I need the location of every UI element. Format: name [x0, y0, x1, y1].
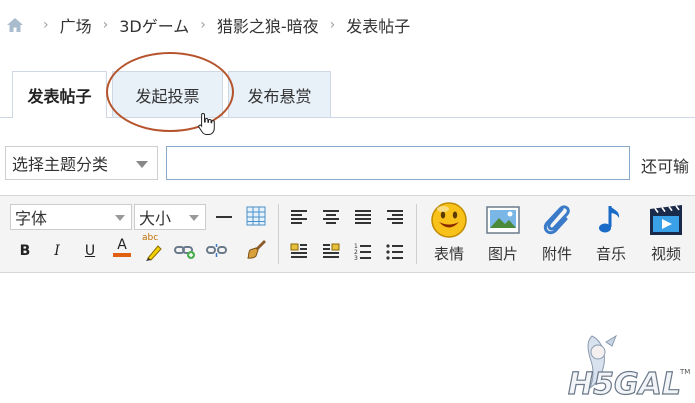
breadcrumb-item-current: 发表帖子	[346, 17, 411, 36]
topic-category-select[interactable]: 选择主题分类	[5, 146, 158, 180]
align-center-button[interactable]	[320, 206, 342, 228]
tab-new-post[interactable]: 发表帖子	[12, 71, 107, 118]
image-label: 图片	[487, 245, 518, 263]
breadcrumb-item-plaza[interactable]: 广场	[60, 13, 92, 37]
highlight-button[interactable]: abc	[142, 233, 168, 262]
watermark-tm: TM	[679, 368, 690, 376]
brush-icon	[247, 240, 266, 259]
float-right-button[interactable]	[320, 240, 342, 262]
ordered-list-button[interactable]: 1 2 3	[352, 240, 374, 262]
chevron-down-icon	[136, 161, 148, 168]
unordered-list-button[interactable]	[384, 240, 406, 262]
bold-button[interactable]: B	[14, 240, 36, 262]
music-label: 音乐	[595, 245, 626, 263]
home-icon[interactable]	[6, 16, 24, 34]
topic-category-value: 选择主题分类	[12, 155, 109, 174]
italic-button[interactable]: I	[46, 240, 68, 262]
ordered-list-icon: 1 2 3	[354, 243, 371, 260]
attachment-label: 附件	[541, 245, 572, 263]
horizontal-rule-icon	[216, 216, 232, 218]
underline-button[interactable]: U	[79, 240, 101, 262]
float-left-icon	[290, 243, 307, 258]
video-icon	[650, 205, 682, 235]
tab-new-poll[interactable]: 发起投票	[112, 71, 223, 117]
video-button[interactable]: 视频	[640, 201, 692, 269]
chevron-down-icon	[189, 215, 199, 221]
breadcrumb-item-game[interactable]: 猎影之狼-暗夜	[217, 13, 319, 37]
hand-cursor-icon	[198, 112, 215, 135]
breadcrumb-separator: ›	[200, 17, 206, 33]
breadcrumb-separator: ›	[329, 17, 336, 33]
align-right-icon	[387, 210, 403, 224]
font-family-select[interactable]: 字体	[10, 204, 132, 230]
align-right-button[interactable]	[384, 206, 406, 228]
chevron-down-icon	[115, 215, 125, 221]
h5gal-watermark-logo: H5GAL TM	[567, 334, 690, 403]
breadcrumb-item-3d-games[interactable]: 3Dゲーム	[119, 13, 189, 37]
attachment-button[interactable]: 附件	[531, 201, 583, 269]
unlink-button[interactable]	[206, 240, 228, 262]
font-family-value: 字体	[15, 209, 48, 228]
paperclip-icon	[543, 205, 570, 235]
image-icon	[486, 206, 520, 234]
breadcrumb-separator: ›	[102, 17, 109, 33]
link-icon	[174, 246, 195, 259]
image-button[interactable]: 图片	[477, 201, 529, 269]
breadcrumb: › 广场 › 3Dゲーム › 猎影之狼-暗夜 › 发表帖子	[0, 0, 695, 50]
font-color-label: A	[117, 237, 127, 253]
tab-label: 发起投票	[135, 86, 200, 106]
remaining-chars-text: 还可输	[641, 157, 690, 176]
smiley-icon	[431, 202, 467, 238]
tab-label: 发布悬赏	[247, 86, 312, 106]
align-left-button[interactable]	[288, 206, 310, 228]
align-justify-icon	[355, 210, 371, 224]
post-title-input[interactable]	[166, 146, 630, 180]
font-color-swatch	[113, 253, 131, 257]
unlink-icon	[206, 244, 227, 257]
toolbar-separator	[278, 204, 279, 264]
music-button[interactable]: 音乐	[585, 201, 637, 269]
horizontal-rule-button[interactable]	[213, 206, 235, 228]
post-type-tabs: 发表帖子 发起投票 发布悬赏	[0, 67, 695, 118]
music-note-icon	[599, 206, 620, 233]
float-right-icon	[323, 243, 340, 258]
video-label: 视频	[650, 245, 681, 263]
emoji-label: 表情	[433, 245, 464, 263]
clear-format-button[interactable]	[246, 238, 268, 260]
toolbar-separator	[416, 204, 417, 264]
table-icon	[246, 206, 266, 226]
tab-new-reward[interactable]: 发布悬赏	[228, 71, 331, 117]
font-color-button[interactable]: A	[111, 236, 133, 258]
font-size-select[interactable]: 大小	[134, 204, 206, 230]
align-left-icon	[291, 210, 307, 224]
highlighter-icon	[146, 245, 162, 261]
align-justify-button[interactable]	[352, 206, 374, 228]
float-left-button[interactable]	[288, 240, 310, 262]
watermark-text: H5GAL	[568, 367, 681, 402]
breadcrumb-separator: ›	[43, 17, 49, 33]
svg-text:3: 3	[354, 255, 358, 260]
tab-label: 发表帖子	[27, 87, 92, 106]
table-button[interactable]	[245, 205, 267, 227]
insert-link-button[interactable]	[174, 240, 196, 262]
emoji-button[interactable]: 表情	[423, 201, 475, 269]
editor-toolbar: 字体 大小 B I U A abc 1 2 3 表情 图片 附件 音乐 视频	[0, 195, 695, 273]
font-size-value: 大小	[139, 209, 172, 228]
unordered-list-icon	[386, 244, 403, 260]
align-center-icon	[323, 210, 339, 224]
